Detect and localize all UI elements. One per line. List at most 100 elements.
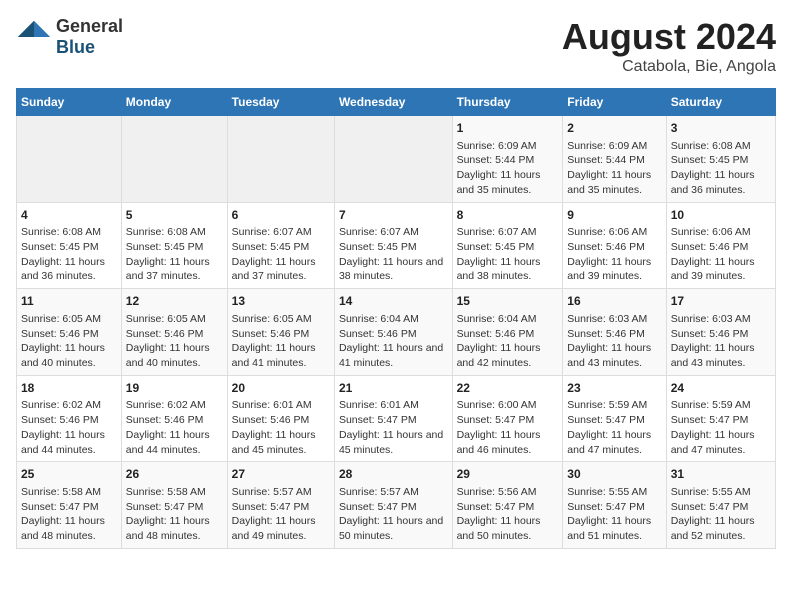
day-info: Sunrise: 6:00 AMSunset: 5:47 PMDaylight:… xyxy=(457,398,559,457)
day-number: 5 xyxy=(126,207,223,224)
day-number: 11 xyxy=(21,293,117,310)
day-number: 17 xyxy=(671,293,771,310)
calendar-cell: 1 Sunrise: 6:09 AMSunset: 5:44 PMDaylight… xyxy=(452,116,563,203)
day-info: Sunrise: 6:06 AMSunset: 5:46 PMDaylight:… xyxy=(567,225,661,284)
header-row: Sunday Monday Tuesday Wednesday Thursday… xyxy=(17,89,776,116)
logo-text: General Blue xyxy=(56,16,123,58)
week-row-5: 25 Sunrise: 5:58 AMSunset: 5:47 PMDayligh… xyxy=(17,462,776,549)
day-info: Sunrise: 6:03 AMSunset: 5:46 PMDaylight:… xyxy=(567,312,661,371)
day-info: Sunrise: 5:58 AMSunset: 5:47 PMDaylight:… xyxy=(21,485,117,544)
logo-general: General xyxy=(56,16,123,37)
day-info: Sunrise: 5:59 AMSunset: 5:47 PMDaylight:… xyxy=(671,398,771,457)
day-info: Sunrise: 5:56 AMSunset: 5:47 PMDaylight:… xyxy=(457,485,559,544)
calendar-cell: 8Sunrise: 6:07 AMSunset: 5:45 PMDaylight… xyxy=(452,202,563,289)
week-row-3: 11 Sunrise: 6:05 AMSunset: 5:46 PMDayligh… xyxy=(17,289,776,376)
header-wednesday: Wednesday xyxy=(334,89,452,116)
day-info: Sunrise: 6:06 AMSunset: 5:46 PMDaylight:… xyxy=(671,225,771,284)
day-number: 29 xyxy=(457,466,559,483)
day-info: Sunrise: 5:57 AMSunset: 5:47 PMDaylight:… xyxy=(339,485,448,544)
day-number: 10 xyxy=(671,207,771,224)
day-info: Sunrise: 6:01 AMSunset: 5:47 PMDaylight:… xyxy=(339,398,448,457)
calendar-subtitle: Catabola, Bie, Angola xyxy=(562,58,776,76)
calendar-cell: 22Sunrise: 6:00 AMSunset: 5:47 PMDayligh… xyxy=(452,375,563,462)
day-number: 7 xyxy=(339,207,448,224)
calendar-cell: 14 Sunrise: 6:04 AMSunset: 5:46 PMDayligh… xyxy=(334,289,452,376)
day-info: Sunrise: 5:55 AMSunset: 5:47 PMDaylight:… xyxy=(567,485,661,544)
calendar-cell: 4Sunrise: 6:08 AMSunset: 5:45 PMDaylight… xyxy=(17,202,122,289)
day-info: Sunrise: 6:07 AMSunset: 5:45 PMDaylight:… xyxy=(232,225,330,284)
calendar-cell: 11Sunrise: 6:05 AMSunset: 5:46 PMDayligh… xyxy=(17,289,122,376)
day-number: 16 xyxy=(567,293,661,310)
calendar-cell: 30 Sunrise: 5:55 AMSunset: 5:47 PMDayligh… xyxy=(563,462,666,549)
page-header: General Blue August 2024 Catabola, Bie, … xyxy=(16,16,776,76)
day-number: 4 xyxy=(21,207,117,224)
day-info: Sunrise: 6:08 AMSunset: 5:45 PMDaylight:… xyxy=(671,139,771,198)
day-number: 28 xyxy=(339,466,448,483)
header-monday: Monday xyxy=(121,89,227,116)
calendar-cell: 24Sunrise: 5:59 AMSunset: 5:47 PMDayligh… xyxy=(666,375,775,462)
logo-blue: Blue xyxy=(56,37,123,58)
day-info: Sunrise: 5:59 AMSunset: 5:47 PMDaylight:… xyxy=(567,398,661,457)
day-number: 1 xyxy=(457,120,559,137)
calendar-cell: 12 Sunrise: 6:05 AMSunset: 5:46 PMDayligh… xyxy=(121,289,227,376)
day-info: Sunrise: 6:03 AMSunset: 5:46 PMDaylight:… xyxy=(671,312,771,371)
day-info: Sunrise: 5:58 AMSunset: 5:47 PMDaylight:… xyxy=(126,485,223,544)
day-info: Sunrise: 6:02 AMSunset: 5:46 PMDaylight:… xyxy=(126,398,223,457)
calendar-cell: 6Sunrise: 6:07 AMSunset: 5:45 PMDaylight… xyxy=(227,202,334,289)
week-row-4: 18 Sunrise: 6:02 AMSunset: 5:46 PMDayligh… xyxy=(17,375,776,462)
calendar-title: August 2024 xyxy=(562,16,776,58)
calendar-cell: 20Sunrise: 6:01 AMSunset: 5:46 PMDayligh… xyxy=(227,375,334,462)
calendar-cell: 3 Sunrise: 6:08 AMSunset: 5:45 PMDaylight… xyxy=(666,116,775,203)
logo-icon xyxy=(16,19,52,55)
day-number: 25 xyxy=(21,466,117,483)
day-info: Sunrise: 5:57 AMSunset: 5:47 PMDaylight:… xyxy=(232,485,330,544)
day-info: Sunrise: 6:09 AMSunset: 5:44 PMDaylight:… xyxy=(567,139,661,198)
day-number: 31 xyxy=(671,466,771,483)
calendar-cell: 27Sunrise: 5:57 AMSunset: 5:47 PMDayligh… xyxy=(227,462,334,549)
calendar-cell xyxy=(227,116,334,203)
calendar-cell: 31Sunrise: 5:55 AMSunset: 5:47 PMDayligh… xyxy=(666,462,775,549)
day-number: 9 xyxy=(567,207,661,224)
day-number: 30 xyxy=(567,466,661,483)
day-number: 22 xyxy=(457,380,559,397)
day-number: 20 xyxy=(232,380,330,397)
calendar-cell: 29 Sunrise: 5:56 AMSunset: 5:47 PMDayligh… xyxy=(452,462,563,549)
day-info: Sunrise: 6:05 AMSunset: 5:46 PMDaylight:… xyxy=(126,312,223,371)
header-tuesday: Tuesday xyxy=(227,89,334,116)
day-number: 12 xyxy=(126,293,223,310)
calendar-cell: 21Sunrise: 6:01 AMSunset: 5:47 PMDayligh… xyxy=(334,375,452,462)
calendar-cell: 19Sunrise: 6:02 AMSunset: 5:46 PMDayligh… xyxy=(121,375,227,462)
week-row-2: 4Sunrise: 6:08 AMSunset: 5:45 PMDaylight… xyxy=(17,202,776,289)
calendar-cell: 18Sunrise: 6:02 AMSunset: 5:46 PMDayligh… xyxy=(17,375,122,462)
calendar-cell: 16 Sunrise: 6:03 AMSunset: 5:46 PMDayligh… xyxy=(563,289,666,376)
calendar-cell: 9Sunrise: 6:06 AMSunset: 5:46 PMDaylight… xyxy=(563,202,666,289)
day-info: Sunrise: 6:08 AMSunset: 5:45 PMDaylight:… xyxy=(21,225,117,284)
day-number: 14 xyxy=(339,293,448,310)
day-info: Sunrise: 6:04 AMSunset: 5:46 PMDaylight:… xyxy=(339,312,448,371)
day-number: 13 xyxy=(232,293,330,310)
calendar-cell: 28 Sunrise: 5:57 AMSunset: 5:47 PMDayligh… xyxy=(334,462,452,549)
day-number: 26 xyxy=(126,466,223,483)
day-number: 24 xyxy=(671,380,771,397)
day-info: Sunrise: 6:07 AMSunset: 5:45 PMDaylight:… xyxy=(457,225,559,284)
calendar-cell: 23Sunrise: 5:59 AMSunset: 5:47 PMDayligh… xyxy=(563,375,666,462)
day-info: Sunrise: 6:07 AMSunset: 5:45 PMDaylight:… xyxy=(339,225,448,284)
day-info: Sunrise: 6:09 AMSunset: 5:44 PMDaylight:… xyxy=(457,139,559,198)
header-thursday: Thursday xyxy=(452,89,563,116)
header-friday: Friday xyxy=(563,89,666,116)
calendar-cell: 10Sunrise: 6:06 AMSunset: 5:46 PMDayligh… xyxy=(666,202,775,289)
day-number: 2 xyxy=(567,120,661,137)
calendar-cell: 26 Sunrise: 5:58 AMSunset: 5:47 PMDayligh… xyxy=(121,462,227,549)
day-number: 18 xyxy=(21,380,117,397)
day-info: Sunrise: 6:04 AMSunset: 5:46 PMDaylight:… xyxy=(457,312,559,371)
calendar-cell xyxy=(334,116,452,203)
day-number: 15 xyxy=(457,293,559,310)
calendar-cell: 25 Sunrise: 5:58 AMSunset: 5:47 PMDayligh… xyxy=(17,462,122,549)
day-number: 23 xyxy=(567,380,661,397)
calendar-cell: 15 Sunrise: 6:04 AMSunset: 5:46 PMDayligh… xyxy=(452,289,563,376)
day-info: Sunrise: 6:08 AMSunset: 5:45 PMDaylight:… xyxy=(126,225,223,284)
week-row-1: 1 Sunrise: 6:09 AMSunset: 5:44 PMDaylight… xyxy=(17,116,776,203)
calendar-cell: 2 Sunrise: 6:09 AMSunset: 5:44 PMDaylight… xyxy=(563,116,666,203)
calendar-cell: 7Sunrise: 6:07 AMSunset: 5:45 PMDaylight… xyxy=(334,202,452,289)
day-number: 3 xyxy=(671,120,771,137)
